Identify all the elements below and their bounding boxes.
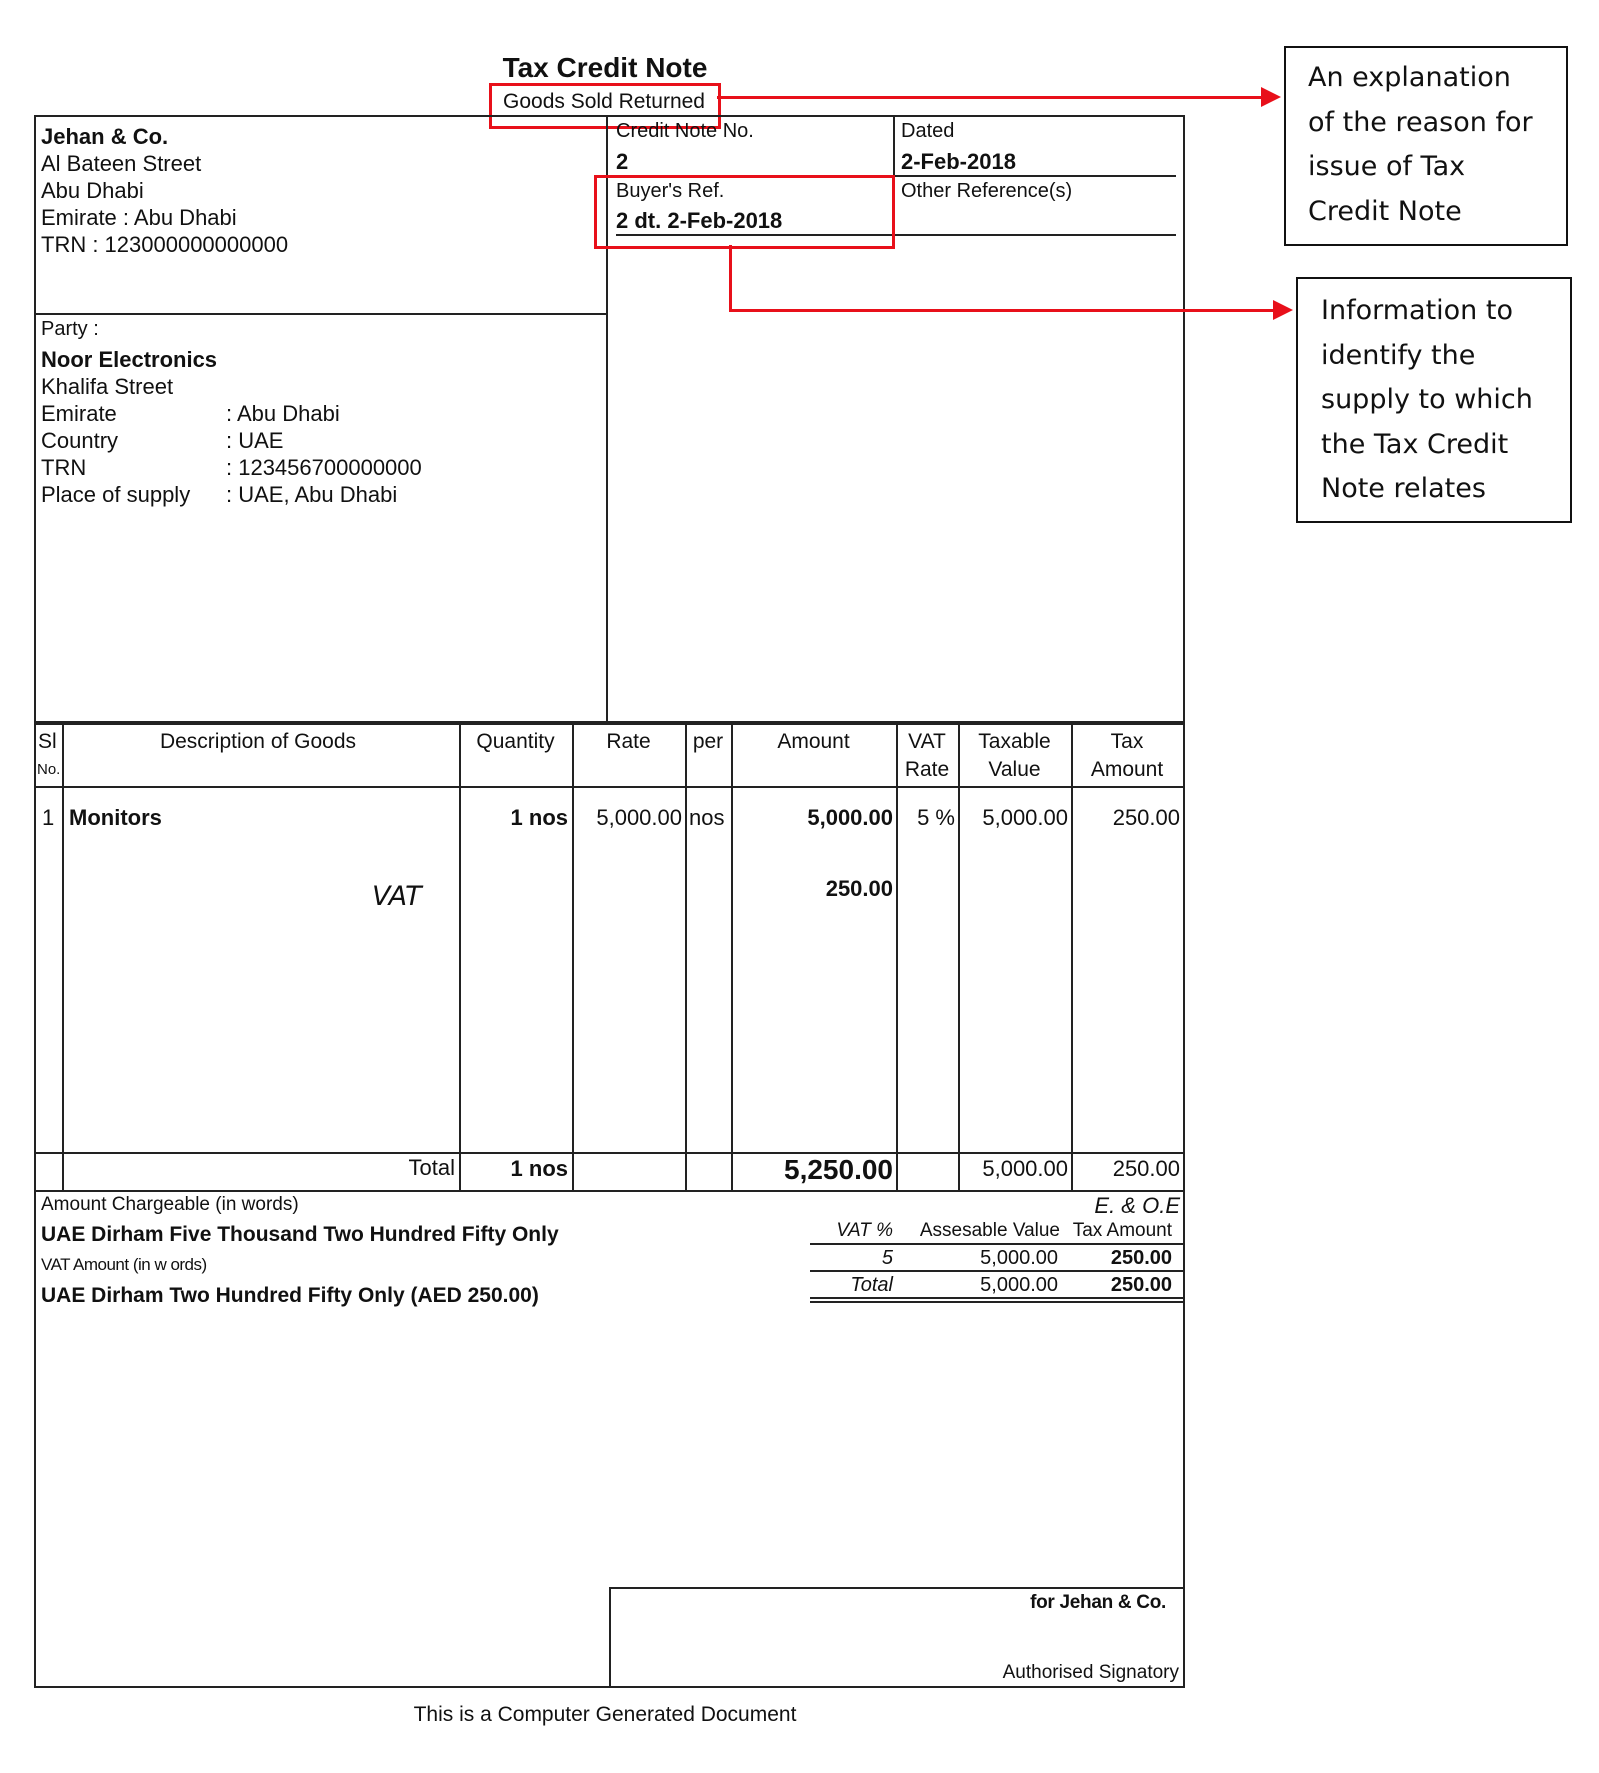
credit-note-no: 2 — [616, 149, 629, 174]
vat-summary-tax: 250.00 — [1110, 1247, 1172, 1269]
total-amount: 5,250.00 — [784, 1154, 893, 1185]
header-tax-amount: Amount — [1090, 758, 1164, 781]
callout-line: Note relates — [1321, 473, 1486, 504]
party-field-value: : 123456700000000 — [226, 455, 422, 480]
callout-line: the Tax Credit — [1321, 428, 1509, 460]
callout-line: issue of Tax — [1308, 151, 1466, 182]
header-sl-no: No. — [37, 761, 61, 778]
party-field-value: : UAE, Abu Dhabi — [226, 482, 398, 507]
credit-note-no-label: Credit Note No. — [616, 120, 754, 142]
buyers-ref-highlight-box — [594, 175, 895, 249]
vat-summary-assessable: 5,000.00 — [980, 1247, 1058, 1269]
callout-line: Information to — [1321, 295, 1513, 326]
eoe-note: E. & O.E — [1094, 1193, 1180, 1218]
authorised-signatory: Authorised Signatory — [1002, 1662, 1179, 1683]
vat-summary-total-tax: 250.00 — [1110, 1274, 1172, 1296]
header-description: Description of Goods — [159, 730, 357, 753]
cell-description: Monitors — [69, 805, 162, 830]
cell-quantity: 1 nos — [510, 805, 568, 830]
vat-summary-total-assessable: 5,000.00 — [980, 1274, 1058, 1296]
divider — [34, 313, 607, 315]
header-per: per — [692, 730, 724, 753]
vat-summary-pct: 5 — [881, 1247, 893, 1269]
total-label: Total — [408, 1155, 455, 1180]
column-divider — [685, 724, 687, 1190]
party-field-value: : UAE — [226, 428, 284, 453]
seller-address-line: Emirate : Abu Dhabi — [41, 205, 237, 230]
header-bottom-border — [34, 786, 1183, 788]
cell-vat-rate: 5 % — [917, 805, 955, 830]
vat-summary-header-assessable: Assesable Value — [919, 1220, 1060, 1241]
total-tax-amount: 250.00 — [1112, 1156, 1180, 1181]
total-quantity: 1 nos — [510, 1156, 568, 1181]
divider — [810, 1301, 1183, 1303]
signature-for-label: for Jehan & Co. — [1030, 1592, 1166, 1613]
arrow-line — [717, 96, 1262, 99]
party-name: Noor Electronics — [41, 347, 218, 372]
dated-value: 2-Feb-2018 — [901, 149, 1016, 174]
vat-ledger-amount: 250.00 — [825, 876, 893, 901]
party-field-label: Place of supply — [41, 482, 191, 507]
arrow-head-icon — [1273, 300, 1293, 320]
other-references-label: Other Reference(s) — [901, 180, 1073, 202]
party-field-label: TRN — [41, 455, 87, 480]
arrow-line — [729, 245, 732, 311]
seller-name: Jehan & Co. — [41, 124, 169, 149]
vat-words: UAE Dirham Two Hundred Fifty Only (AED 2… — [41, 1284, 539, 1307]
party-field-label: Emirate — [41, 401, 117, 426]
arrow-line — [729, 309, 1274, 312]
dated-label: Dated — [901, 120, 955, 142]
cell-sl: 1 — [42, 805, 55, 830]
header-taxable-value: Taxable — [978, 730, 1051, 753]
callout-line: An explanation — [1308, 62, 1511, 93]
header-vat-rate: VAT — [908, 730, 946, 753]
header-quantity: Quantity — [476, 730, 555, 753]
footer-note: This is a Computer Generated Document — [413, 1703, 797, 1726]
callout-line: supply to which — [1321, 384, 1533, 415]
document-title: Tax Credit Note — [502, 52, 708, 83]
callout-line: identify the — [1321, 339, 1476, 371]
vat-ledger-label: VAT — [372, 881, 422, 912]
party-field-label: Country — [41, 428, 119, 453]
vat-summary-total-label: Total — [850, 1274, 893, 1296]
vat-summary-header-vat-pct: VAT % — [836, 1220, 893, 1241]
header-rate: Rate — [606, 730, 651, 753]
arrow-head-icon — [1261, 87, 1281, 107]
amount-words: UAE Dirham Five Thousand Two Hundred Fif… — [41, 1223, 559, 1246]
seller-address-line: Al Bateen Street — [41, 151, 202, 176]
seller-trn: TRN : 123000000000000 — [41, 232, 289, 257]
cell-tax-amount: 250.00 — [1112, 805, 1180, 830]
seller-address-line: Abu Dhabi — [41, 178, 144, 203]
party-label: Party : — [41, 318, 99, 340]
cell-per: nos — [689, 805, 725, 830]
column-divider — [896, 724, 898, 1190]
table-top-border — [34, 721, 1183, 725]
column-divider — [459, 724, 461, 1190]
vat-summary-header-tax-amount: Tax Amount — [1072, 1220, 1172, 1241]
header-vat-rate: Rate — [904, 758, 950, 781]
callout-line: Credit Note — [1308, 195, 1462, 227]
cell-amount: 5,000.00 — [807, 805, 893, 830]
column-divider — [572, 724, 574, 1190]
callout-reason: An explanation of the reason for issue o… — [1284, 46, 1568, 246]
header-tax-amount: Tax — [1110, 730, 1144, 753]
column-divider — [731, 724, 733, 1190]
vat-words-label: VAT Amount (in w ords) — [41, 1255, 207, 1274]
column-divider — [958, 724, 960, 1190]
party-field-value: : Abu Dhabi — [226, 401, 340, 426]
callout-line: of the reason for — [1308, 106, 1533, 138]
column-divider — [1071, 724, 1073, 1190]
column-divider — [62, 724, 64, 1190]
header-amount: Amount — [777, 730, 850, 753]
callout-supply: Information to identify the supply to wh… — [1296, 277, 1572, 523]
total-taxable-value: 5,000.00 — [982, 1156, 1068, 1181]
cell-rate: 5,000.00 — [596, 805, 682, 830]
divider — [810, 1297, 1183, 1299]
cell-taxable-value: 5,000.00 — [982, 805, 1068, 830]
header-taxable-value: Value — [988, 758, 1041, 781]
total-top-border — [34, 1152, 1183, 1154]
party-street: Khalifa Street — [41, 374, 174, 399]
amount-words-label: Amount Chargeable (in words) — [41, 1194, 299, 1215]
